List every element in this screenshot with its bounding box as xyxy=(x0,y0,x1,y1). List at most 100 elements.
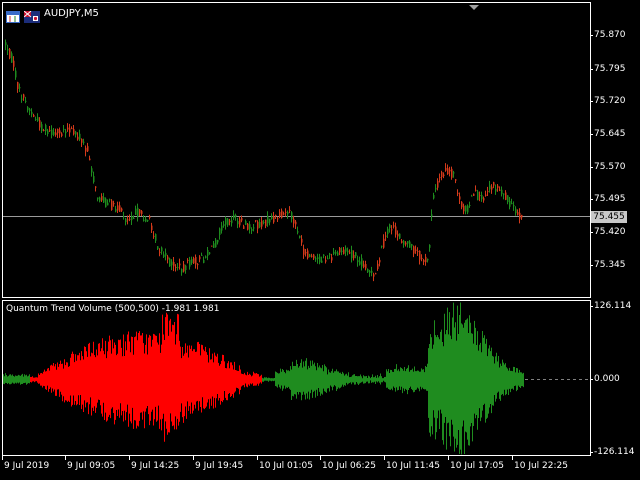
candle-body xyxy=(265,219,267,227)
candle-body xyxy=(321,260,323,263)
candle-body xyxy=(371,270,373,273)
candle-body xyxy=(67,127,69,130)
price-axis-label: 75.795 xyxy=(594,64,626,74)
candle-body xyxy=(509,201,511,207)
candle-body xyxy=(285,211,287,213)
candle-body xyxy=(57,129,59,134)
candle-body xyxy=(103,197,105,203)
candle-body xyxy=(183,264,185,272)
candle-body xyxy=(397,233,399,237)
candle-body xyxy=(87,146,89,152)
candle-body xyxy=(395,226,397,235)
candle-body xyxy=(449,169,451,172)
candle-body xyxy=(37,117,39,121)
price-axis-label: 75.870 xyxy=(594,30,626,40)
candle-body xyxy=(251,229,253,231)
candle-body xyxy=(105,198,107,208)
candle-body xyxy=(165,252,167,256)
candle-body xyxy=(39,120,41,128)
candle-body xyxy=(305,252,307,254)
candle-body xyxy=(77,136,79,140)
candle-body xyxy=(45,125,47,132)
time-axis-label: 9 Jul 14:25 xyxy=(131,461,180,471)
candle-body xyxy=(75,131,77,135)
price-axis-label: 75.645 xyxy=(594,129,626,139)
candle-body xyxy=(13,60,15,67)
candle-body xyxy=(145,218,147,222)
candle-body xyxy=(237,221,239,225)
candle-body xyxy=(229,220,231,223)
candle-body xyxy=(435,187,437,190)
candle-body xyxy=(9,48,11,59)
candle-body xyxy=(71,128,73,130)
candle-body xyxy=(325,260,327,262)
candle-body xyxy=(341,250,343,252)
candle-body xyxy=(313,254,315,259)
candle-body xyxy=(119,205,121,212)
candle-body xyxy=(31,111,33,115)
indicator-axis-label: -126.114 xyxy=(594,447,635,457)
candle-body xyxy=(219,228,221,235)
candle-body xyxy=(181,269,183,273)
candle-body xyxy=(125,218,127,223)
candle-body xyxy=(377,263,379,269)
candle-body xyxy=(175,266,177,268)
candle-body xyxy=(327,258,329,260)
candle-body xyxy=(333,251,335,254)
candle-body xyxy=(49,130,51,132)
candle-body xyxy=(513,205,515,207)
candle-body xyxy=(211,245,213,247)
candle-body xyxy=(161,247,163,252)
candle-body xyxy=(91,168,93,173)
candle-body xyxy=(317,257,319,259)
candle-body xyxy=(59,130,61,134)
candle-body xyxy=(511,203,513,205)
candle-body xyxy=(389,224,391,228)
candle-body xyxy=(291,212,293,220)
candlestick-series xyxy=(5,39,523,282)
candle-body xyxy=(171,261,173,266)
candle-body xyxy=(79,133,81,140)
chart-window[interactable] xyxy=(0,0,640,480)
candle-body xyxy=(25,100,27,102)
candle-body xyxy=(427,258,429,261)
candle-body xyxy=(131,215,133,221)
time-axis-ticks xyxy=(2,456,513,460)
candle-body xyxy=(273,216,275,223)
price-axis-label: 75.720 xyxy=(594,96,626,106)
time-axis-label: 9 Jul 2019 xyxy=(4,461,50,471)
candle-body xyxy=(311,255,313,257)
candle-body xyxy=(365,264,367,269)
candle-body xyxy=(297,231,299,233)
candle-body xyxy=(107,202,109,206)
candle-body xyxy=(515,208,517,214)
price-axis-label: 75.495 xyxy=(594,194,626,204)
candle-body xyxy=(167,256,169,260)
candle-body xyxy=(15,70,17,78)
candle-body xyxy=(387,228,389,235)
candle-body xyxy=(293,218,295,224)
candle-body xyxy=(471,195,473,197)
candle-body xyxy=(35,118,37,120)
candle-body xyxy=(475,189,477,191)
candle-body xyxy=(407,241,409,244)
window-restore-icon[interactable] xyxy=(6,8,20,23)
candle-body xyxy=(201,254,203,256)
time-axis-label: 10 Jul 01:05 xyxy=(259,461,313,471)
candle-body xyxy=(521,214,523,218)
candle-body xyxy=(231,220,233,224)
candle-body xyxy=(455,179,457,181)
candle-body xyxy=(519,212,521,219)
candle-body xyxy=(169,258,171,267)
indicator-axis-label: 126.114 xyxy=(594,301,632,311)
candle-body xyxy=(491,186,493,190)
candle-body xyxy=(159,251,161,253)
candle-body xyxy=(117,205,119,211)
scroll-marker-icon[interactable] xyxy=(469,5,479,10)
candle-body xyxy=(213,243,215,248)
candle-body xyxy=(323,254,325,256)
candle-body xyxy=(465,205,467,212)
candle-body xyxy=(157,246,159,250)
price-pane-frame xyxy=(2,2,591,298)
candle-body xyxy=(283,213,285,215)
